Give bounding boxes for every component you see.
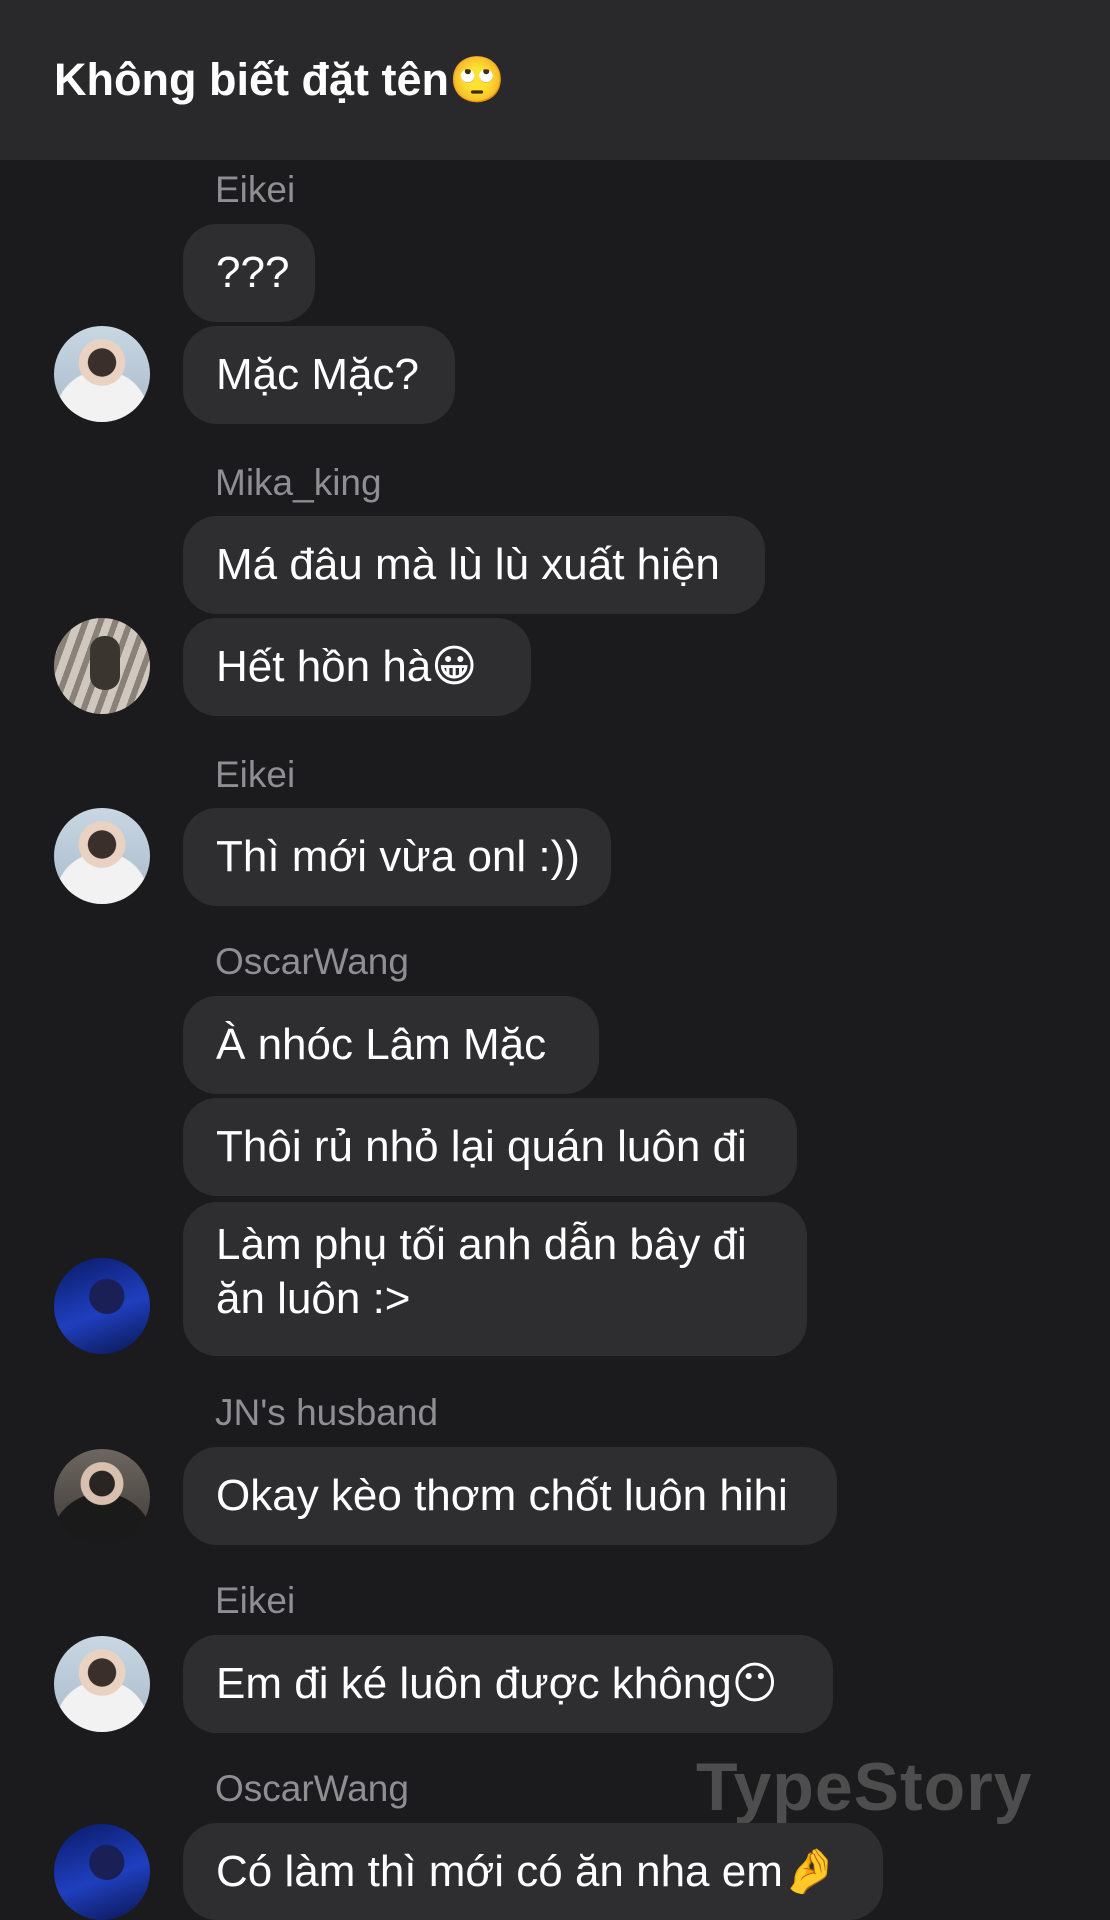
message-bubble[interactable]: Hết hồn hà😀 [183,618,531,716]
sender-name: OscarWang [215,1768,409,1809]
message-bubble[interactable]: ??? [183,224,315,322]
sender-name: JN's husband [215,1392,439,1433]
chat-title[interactable]: Không biết đặt tên🙄 [54,50,505,110]
chat-header: Không biết đặt tên🙄 [0,0,1110,160]
avatar-eikei[interactable] [54,326,150,422]
avatar-oscarwang[interactable] [54,1824,150,1920]
message-bubble[interactable]: Okay kèo thơm chốt luôn hihi [183,1447,837,1545]
chat-screen: Không biết đặt tên🙄 Eikei ??? Mặc Mặc? M… [0,0,1110,1920]
typestory-watermark: TypeStory [696,1749,1033,1825]
message-bubble[interactable]: Làm phụ tối anh dẫn bây đi ăn luôn :> [183,1202,807,1356]
message-bubble[interactable]: Thôi rủ nhỏ lại quán luôn đi [183,1098,797,1196]
sender-name: Eikei [215,169,296,210]
avatar-oscarwang[interactable] [54,1258,150,1354]
avatar-mika-king[interactable] [54,618,150,714]
message-bubble[interactable]: Thì mới vừa onl :)) [183,808,611,906]
message-bubble[interactable]: Má đâu mà lù lù xuất hiện [183,516,765,614]
message-bubble[interactable]: Em đi ké luôn được không😶 [183,1635,833,1733]
message-bubble[interactable]: Mặc Mặc? [183,326,455,424]
sender-name: OscarWang [215,941,409,982]
sender-name: Mika_king [215,462,382,503]
message-bubble[interactable]: Có làm thì mới có ăn nha em🤌 [183,1823,883,1920]
sender-name: Eikei [215,754,296,795]
message-bubble[interactable]: À nhóc Lâm Mặc [183,996,599,1094]
avatar-eikei[interactable] [54,808,150,904]
sender-name: Eikei [215,1580,296,1621]
avatar-jns-husband[interactable] [54,1449,150,1545]
avatar-eikei[interactable] [54,1636,150,1732]
